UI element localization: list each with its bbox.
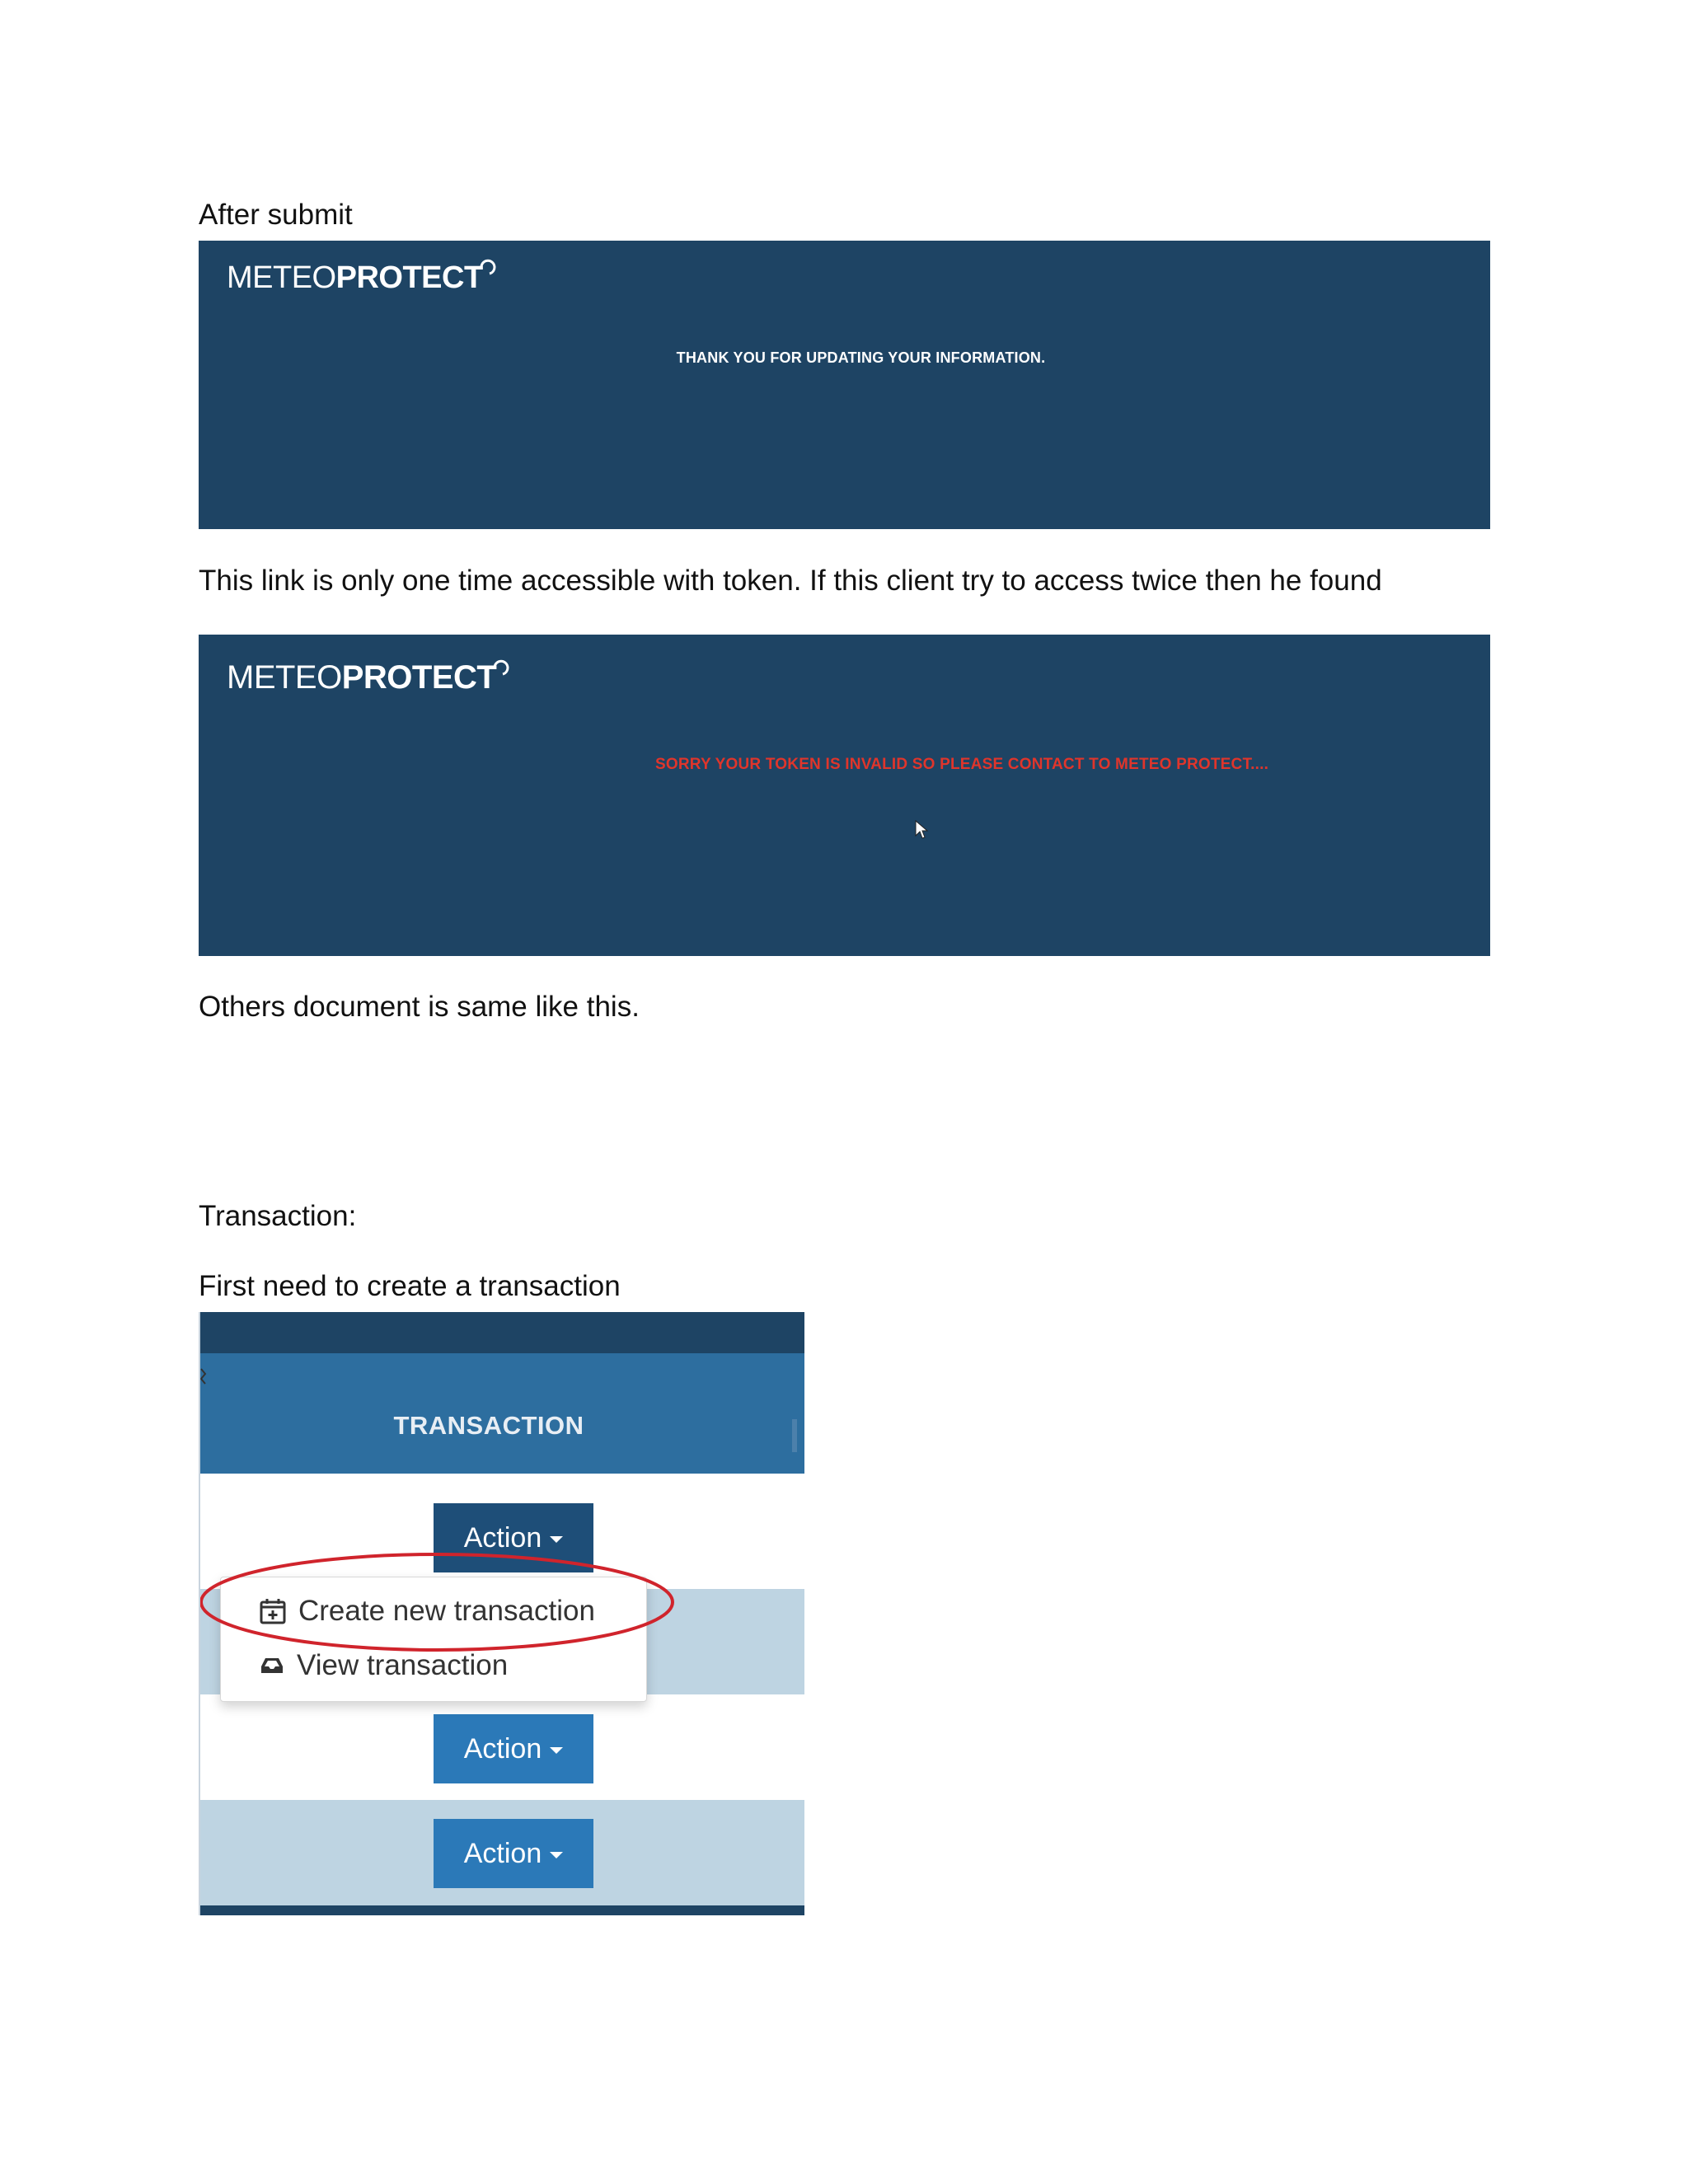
logo-arc-icon [493,657,509,677]
action-dropdown-button[interactable]: Action [434,1503,593,1572]
paragraph-first-create: First need to create a transaction [199,1270,621,1302]
paragraph-after-submit: After submit [199,199,353,231]
menu-item-view-transaction[interactable]: View transaction [259,1646,508,1685]
action-dropdown-button[interactable]: Action [434,1819,593,1888]
meteoprotect-logo: METEOPROTECT [227,659,509,696]
calendar-plus-icon [260,1599,286,1624]
caret-down-icon [550,1852,564,1858]
transaction-heading: Transaction: [199,1200,357,1232]
invalid-token-message: SORRY YOUR TOKEN IS INVALID SO PLEASE CO… [655,756,1269,773]
action-button-label: Action [463,1521,542,1554]
logo-arc-icon [480,256,496,276]
scroll-indicator [792,1419,797,1452]
success-message: THANK YOU FOR UPDATING YOUR INFORMATION. [676,349,1046,366]
paragraph-one-time-link: This link is only one time accessible wi… [199,565,1382,597]
paragraph-others-same: Others document is same like this. [199,991,640,1023]
top-bar [200,1312,804,1353]
menu-item-create-transaction[interactable]: Create new transaction [259,1591,595,1631]
edge-glyph-icon [200,1368,207,1385]
action-button-label: Action [463,1837,542,1869]
mouse-cursor-icon [915,819,929,839]
action-button-label: Action [463,1732,542,1765]
invalid-token-screenshot: METEOPROTECT SORRY YOUR TOKEN IS INVALID… [199,635,1490,956]
bottom-bar [200,1905,804,1915]
action-dropdown-menu: Create new transaction View transaction [220,1577,647,1702]
menu-item-label: Create new transaction [298,1595,595,1627]
transaction-column-header: TRANSACTION [200,1353,804,1474]
transaction-header-title: TRANSACTION [393,1411,584,1440]
success-screenshot: METEOPROTECT THANK YOU FOR UPDATING YOUR… [199,241,1490,529]
logo-text-bold: PROTECT [335,260,484,295]
menu-item-label: View transaction [297,1649,509,1681]
action-dropdown-button[interactable]: Action [434,1714,593,1783]
inbox-icon [261,1658,283,1673]
logo-text-light: METEO [227,260,336,295]
logo-text-light: METEO [227,659,342,696]
caret-down-icon [550,1536,564,1543]
meteoprotect-logo: METEOPROTECT [227,259,496,296]
transaction-screenshot: TRANSACTION Action Action Action Create … [199,1312,804,1915]
caret-down-icon [550,1747,564,1754]
logo-text-bold: PROTECT [341,659,497,696]
